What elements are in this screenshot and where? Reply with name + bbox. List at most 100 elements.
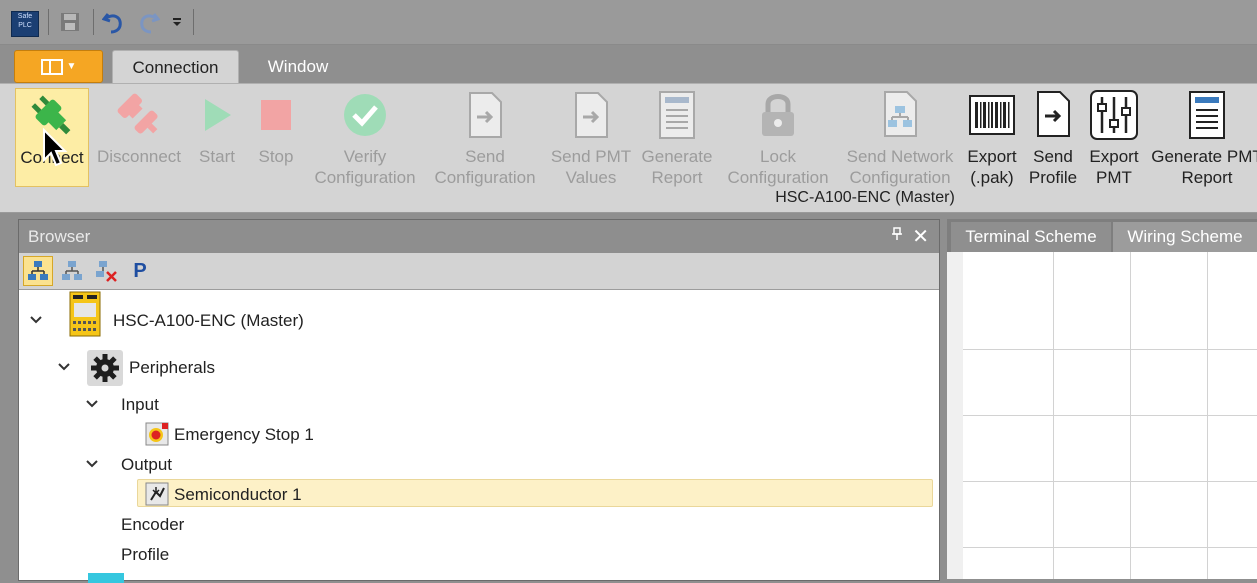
tree-label-input: Input — [121, 395, 159, 414]
close-icon[interactable]: ✕ — [912, 224, 929, 249]
tab-label: Wiring Scheme — [1127, 227, 1243, 246]
send-config-label-line2: Configuration — [434, 168, 536, 187]
send-configuration-button: Send Configuration — [428, 88, 542, 188]
network-tree-icon[interactable] — [23, 256, 53, 286]
send-network-label-line2: Configuration — [849, 168, 951, 187]
export-pmt-label-line1: Export — [1089, 147, 1139, 166]
barcode-icon — [966, 88, 1018, 142]
generate-report-label-line2: Report — [651, 168, 703, 187]
plug-disconnect-icon — [113, 88, 165, 142]
controller-icon — [69, 291, 101, 342]
send-pmt-label-line2: Values — [565, 168, 617, 187]
send-pmt-icon — [565, 88, 617, 142]
save-icon[interactable] — [58, 9, 82, 35]
chevron-down-icon[interactable] — [29, 312, 43, 328]
parameter-icon[interactable]: P — [125, 256, 155, 286]
stop-button: Stop — [253, 88, 299, 188]
network-add-icon[interactable] — [57, 256, 87, 286]
tree-label-peripherals: Peripherals — [129, 358, 215, 377]
lock-icon — [752, 88, 804, 142]
quick-access-toolbar: Safe PLC — [0, 0, 1257, 45]
pin-icon[interactable] — [891, 227, 903, 245]
app-logo: Safe PLC — [11, 11, 39, 37]
customize-icon[interactable] — [166, 9, 188, 35]
device-icon — [88, 573, 124, 583]
mouse-cursor-icon — [43, 128, 68, 167]
verify-label-line2: Configuration — [314, 168, 416, 187]
semiconductor-icon — [145, 482, 169, 511]
disconnect-label: Disconnect — [96, 147, 182, 166]
scheme-panel: Terminal Scheme Wiring Scheme — [947, 219, 1257, 579]
generate-pmt-report-label-line1: Generate PMT — [1151, 147, 1257, 166]
export-pak-label-line2: (.pak) — [970, 168, 1014, 187]
chevron-down-icon[interactable] — [85, 396, 99, 412]
send-profile-label-line2: Profile — [1028, 168, 1078, 187]
emergency-stop-icon — [145, 422, 169, 451]
tab-terminal-scheme[interactable]: Terminal Scheme — [951, 222, 1111, 252]
app-logo-text: Safe PLC — [17, 13, 33, 29]
tree-label-master: HSC-A100-ENC (Master) — [113, 311, 304, 330]
chevron-down-icon[interactable] — [57, 359, 71, 375]
tree-label-semiconductor: Semiconductor 1 — [174, 485, 302, 504]
tree-label-emergency-stop: Emergency Stop 1 — [174, 425, 314, 444]
generate-pmt-report-button[interactable]: Generate PMT Report — [1148, 88, 1257, 188]
export-pmt-button[interactable]: Export PMT — [1086, 88, 1142, 188]
export-pak-button[interactable]: Export (.pak) — [963, 88, 1021, 188]
redo-icon — [137, 9, 161, 35]
scheme-canvas[interactable] — [947, 252, 1257, 579]
send-network-configuration-button: Send Network Configuration — [840, 88, 960, 188]
send-profile-icon — [1027, 88, 1079, 142]
generate-pmt-report-label-line2: Report — [1181, 168, 1233, 187]
browser-toolbar: P — [19, 253, 939, 290]
verify-icon — [339, 88, 391, 142]
stop-label: Stop — [258, 147, 294, 166]
tree-label-output: Output — [121, 455, 173, 474]
toolbar-separator — [93, 9, 94, 35]
tab-window[interactable]: Window — [250, 50, 346, 84]
export-pmt-label-line2: PMT — [1096, 168, 1132, 187]
start-label: Start — [199, 147, 235, 166]
verify-configuration-button: Verify Configuration — [309, 88, 421, 188]
chevron-down-icon[interactable] — [85, 456, 99, 472]
gear-icon — [87, 350, 123, 391]
report-icon — [651, 88, 703, 142]
pmt-report-icon — [1181, 88, 1233, 142]
lock-label-line2: Configuration — [727, 168, 829, 187]
send-pmt-label-line1: Send PMT — [550, 147, 632, 166]
chevron-down-icon: ▼ — [66, 61, 77, 72]
generate-report-label-line1: Generate — [641, 147, 713, 166]
tab-label: Connection — [132, 58, 219, 77]
toolbar-separator — [48, 9, 49, 35]
send-config-icon — [459, 88, 511, 142]
network-config-icon — [874, 88, 926, 142]
browser-title-bar: Browser ✕ — [19, 220, 939, 253]
app-menu-button[interactable]: ▼ — [14, 50, 103, 83]
start-button: Start — [194, 88, 240, 188]
browser-panel: Browser ✕ P HSC-A100-ENC (Master) Periph… — [18, 219, 940, 583]
export-pak-label-line1: Export — [967, 147, 1017, 166]
sliders-icon — [1088, 88, 1140, 142]
tab-wiring-scheme[interactable]: Wiring Scheme — [1113, 222, 1257, 252]
send-profile-button[interactable]: Send Profile — [1025, 88, 1081, 188]
tab-label: Terminal Scheme — [965, 227, 1097, 246]
lock-configuration-button: Lock Configuration — [720, 88, 836, 188]
verify-label-line1: Verify — [343, 147, 387, 166]
tab-connection[interactable]: Connection — [112, 50, 239, 85]
undo-icon[interactable] — [101, 9, 125, 35]
network-remove-icon[interactable] — [91, 256, 121, 286]
tree-label-encoder: Encoder — [121, 515, 185, 534]
parameter-label: P — [133, 259, 147, 282]
stop-icon — [250, 88, 302, 142]
ribbon-group-label: HSC-A100-ENC (Master) — [775, 189, 955, 206]
send-network-label-line1: Send Network — [846, 147, 954, 166]
play-icon — [191, 88, 243, 142]
browser-title: Browser — [28, 226, 91, 246]
disconnect-button: Disconnect — [95, 88, 183, 188]
app-menu-icon — [40, 58, 63, 75]
tab-label: Window — [267, 57, 329, 76]
send-config-label-line1: Send — [465, 147, 505, 166]
ribbon: Connect Disconnect Start Stop Verify Con… — [0, 83, 1257, 213]
send-profile-label-line1: Send — [1033, 147, 1073, 166]
tree-label-profile: Profile — [121, 545, 170, 564]
send-pmt-values-button: Send PMT Values — [547, 88, 635, 188]
